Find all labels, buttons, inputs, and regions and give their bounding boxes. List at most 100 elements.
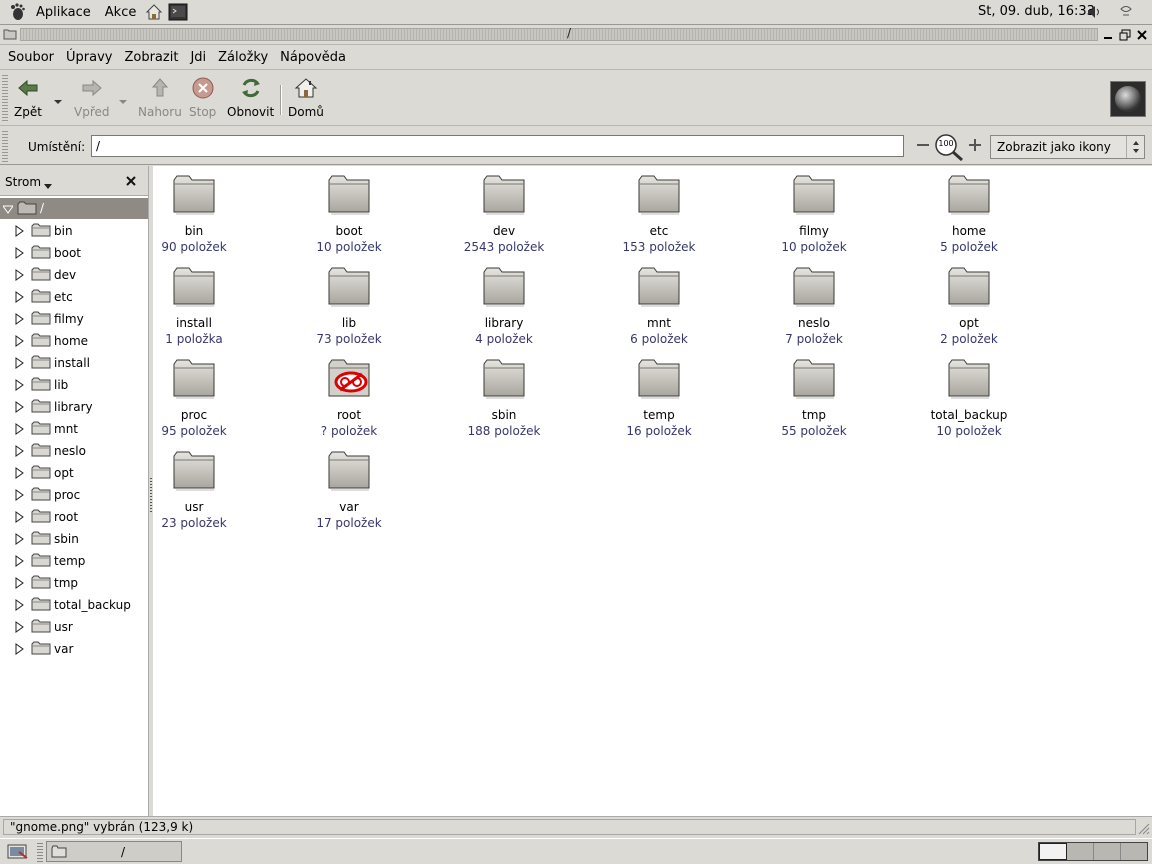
- menu-go[interactable]: Jdi: [186, 50, 210, 65]
- tree-expander-icon[interactable]: [15, 533, 25, 548]
- tree-expander-icon[interactable]: [15, 357, 25, 372]
- up-button[interactable]: Nahoru: [138, 75, 182, 119]
- back-history-dropdown-icon[interactable]: [54, 95, 62, 104]
- file-icon-var[interactable]: var 17 položek: [289, 450, 409, 530]
- taskbar-item-file-manager[interactable]: /: [46, 841, 182, 862]
- file-icon-dev[interactable]: dev 2543 položek: [444, 174, 564, 254]
- volume-icon[interactable]: [1086, 4, 1102, 20]
- home-launcher-icon[interactable]: [144, 2, 164, 22]
- applications-menu[interactable]: Aplikace: [32, 3, 95, 22]
- tree-expander-icon[interactable]: [15, 489, 25, 504]
- menu-file[interactable]: Soubor: [4, 50, 58, 65]
- file-icon-etc[interactable]: etc 153 položek: [599, 174, 719, 254]
- resize-grip-icon[interactable]: [1136, 821, 1150, 835]
- tree-item-temp[interactable]: temp: [0, 550, 148, 572]
- file-icon-usr[interactable]: usr 23 položek: [134, 450, 254, 530]
- workspace-1[interactable]: [1039, 843, 1067, 860]
- tree-item-mnt[interactable]: mnt: [0, 418, 148, 440]
- tree-expander-icon[interactable]: [15, 577, 25, 592]
- file-icon-bin[interactable]: bin 90 položek: [134, 174, 254, 254]
- terminal-launcher-icon[interactable]: [168, 2, 188, 22]
- file-icon-root[interactable]: root ? položek: [289, 358, 409, 438]
- tree-item-usr[interactable]: usr: [0, 616, 148, 638]
- workspace-2[interactable]: [1067, 843, 1094, 860]
- tree-item-home[interactable]: home: [0, 330, 148, 352]
- tree-item-total_backup[interactable]: total_backup: [0, 594, 148, 616]
- file-icon-lib[interactable]: lib 73 položek: [289, 266, 409, 346]
- gnome-foot-icon[interactable]: [8, 3, 26, 21]
- menu-help[interactable]: Nápověda: [276, 50, 350, 65]
- notification-area-icon[interactable]: [1118, 4, 1134, 20]
- menu-edit[interactable]: Úpravy: [62, 50, 116, 65]
- file-icon-temp[interactable]: temp 16 položek: [599, 358, 719, 438]
- tree-item-filmy[interactable]: filmy: [0, 308, 148, 330]
- tree-item-boot[interactable]: boot: [0, 242, 148, 264]
- tree-item-tmp[interactable]: tmp: [0, 572, 148, 594]
- tree-expander-icon[interactable]: [15, 225, 25, 240]
- file-icon-proc[interactable]: proc 95 položek: [134, 358, 254, 438]
- tree-expander-icon[interactable]: [15, 335, 25, 350]
- tree-item-var[interactable]: var: [0, 638, 148, 660]
- back-button[interactable]: Zpět: [14, 75, 42, 119]
- tree-expander-icon[interactable]: [15, 643, 25, 658]
- tree-expander-icon[interactable]: [15, 599, 25, 614]
- tree-expander-icon[interactable]: [15, 291, 25, 306]
- view-mode-select[interactable]: Zobrazit jako ikony: [990, 135, 1145, 159]
- tree-item-neslo[interactable]: neslo: [0, 440, 148, 462]
- toolbar-grip[interactable]: [2, 75, 8, 121]
- reload-button[interactable]: Obnovit: [227, 75, 274, 119]
- sidebar-title[interactable]: Strom: [5, 175, 41, 189]
- tree-expander-icon[interactable]: [15, 269, 25, 284]
- forward-history-dropdown-icon[interactable]: [119, 95, 127, 104]
- tree-expander-icon[interactable]: [15, 511, 25, 526]
- tree-expander-icon[interactable]: [15, 379, 25, 394]
- show-desktop-icon[interactable]: [5, 842, 31, 862]
- close-window-button[interactable]: [1135, 28, 1149, 42]
- file-icon-mnt[interactable]: mnt 6 položek: [599, 266, 719, 346]
- file-icon-sbin[interactable]: sbin 188 položek: [444, 358, 564, 438]
- workspace-4[interactable]: [1121, 843, 1147, 860]
- tree-expander-icon[interactable]: [15, 621, 25, 636]
- tree-item-library[interactable]: library: [0, 396, 148, 418]
- tree-expander-icon[interactable]: [15, 555, 25, 570]
- icon-view[interactable]: bin 90 položek boot 10 položek dev 2543 polož…: [153, 166, 1152, 816]
- location-input[interactable]: [91, 135, 904, 157]
- window-titlebar[interactable]: /: [0, 25, 1152, 45]
- file-icon-total_backup[interactable]: total_backup 10 položek: [909, 358, 1029, 438]
- menu-bookmarks[interactable]: Záložky: [214, 50, 272, 65]
- tree-item-opt[interactable]: opt: [0, 462, 148, 484]
- file-icon-opt[interactable]: opt 2 položek: [909, 266, 1029, 346]
- tree-expander-icon[interactable]: [15, 423, 25, 438]
- minimize-button[interactable]: [1101, 28, 1115, 42]
- tree-expander-icon[interactable]: [15, 401, 25, 416]
- file-icon-tmp[interactable]: tmp 55 položek: [754, 358, 874, 438]
- tree-item-sbin[interactable]: sbin: [0, 528, 148, 550]
- tree-root-row[interactable]: /: [0, 198, 148, 219]
- tree-item-lib[interactable]: lib: [0, 374, 148, 396]
- tree-expander-icon[interactable]: [15, 445, 25, 460]
- zoom-in-button[interactable]: [966, 136, 984, 154]
- zoom-out-button[interactable]: [914, 136, 932, 154]
- tree-item-proc[interactable]: proc: [0, 484, 148, 506]
- location-grip[interactable]: [2, 130, 8, 162]
- maximize-button[interactable]: [1118, 28, 1132, 42]
- clock[interactable]: St, 09. dub, 16:33: [978, 4, 1095, 19]
- tree-expander-open-icon[interactable]: [2, 204, 14, 218]
- workspace-switcher[interactable]: [1038, 842, 1148, 861]
- sidebar-type-dropdown-icon[interactable]: [44, 179, 52, 189]
- tree-item-dev[interactable]: dev: [0, 264, 148, 286]
- file-icon-library[interactable]: library 4 položek: [444, 266, 564, 346]
- file-icon-home[interactable]: home 5 položek: [909, 174, 1029, 254]
- tree-item-root[interactable]: root: [0, 506, 148, 528]
- file-icon-install[interactable]: install 1 položka: [134, 266, 254, 346]
- file-icon-boot[interactable]: boot 10 položek: [289, 174, 409, 254]
- tree-expander-icon[interactable]: [15, 247, 25, 262]
- stop-button[interactable]: Stop: [189, 75, 216, 119]
- forward-button[interactable]: Vpřed: [74, 75, 110, 119]
- actions-menu[interactable]: Akce: [101, 3, 141, 22]
- file-icon-neslo[interactable]: neslo 7 položek: [754, 266, 874, 346]
- tree-expander-icon[interactable]: [15, 313, 25, 328]
- file-icon-filmy[interactable]: filmy 10 položek: [754, 174, 874, 254]
- tree-item-install[interactable]: install: [0, 352, 148, 374]
- home-button[interactable]: Domů: [288, 75, 324, 119]
